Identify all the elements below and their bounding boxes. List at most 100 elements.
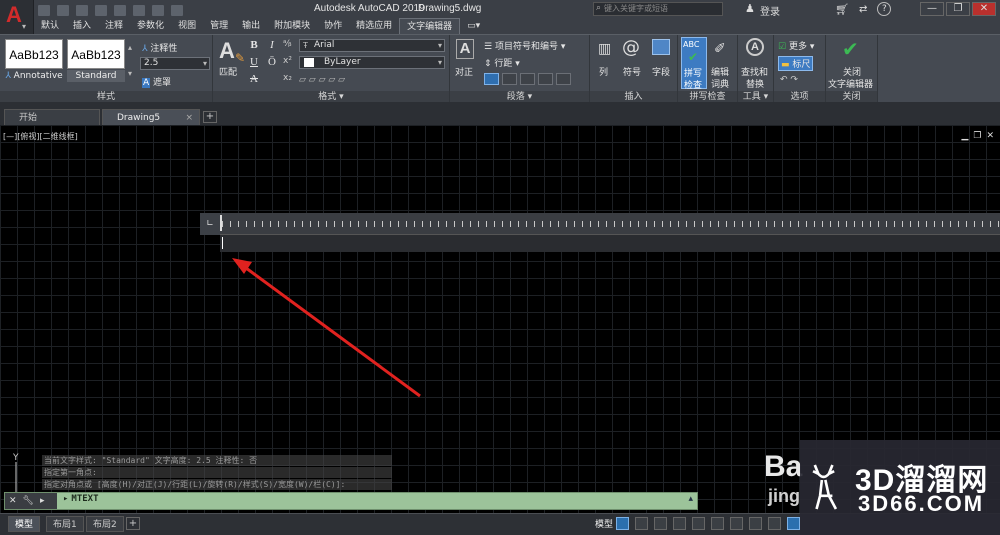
subscript-icon[interactable]: x₂	[283, 73, 292, 83]
redo-icon[interactable]	[152, 4, 164, 16]
align-center-button[interactable]	[502, 73, 517, 85]
ortho-icon[interactable]	[654, 517, 667, 530]
bullets-button[interactable]: ☰ 项目符号和编号 ▾	[484, 39, 565, 52]
scroll-up-icon[interactable]: ▴	[128, 43, 132, 52]
snap-icon[interactable]	[635, 517, 648, 530]
justify-align-button[interactable]	[538, 73, 553, 85]
save-icon[interactable]	[76, 4, 88, 16]
ribbon-tab[interactable]: 输出	[235, 18, 267, 34]
spell-check-toggle[interactable]: ABC ✔ 拼写 检查	[681, 37, 707, 91]
command-dropdown-icon[interactable]: ▴	[688, 494, 693, 504]
viewport-restore-icon[interactable]: ❐	[973, 131, 981, 141]
help-icon[interactable]: ?	[877, 2, 892, 16]
recent-commands-icon[interactable]: ▸	[40, 496, 45, 506]
close-button[interactable]: ✕	[972, 2, 996, 16]
overline-button[interactable]: Ō	[265, 56, 279, 69]
ribbon-tab[interactable]: 精选应用	[349, 18, 399, 34]
polar-icon[interactable]	[673, 517, 686, 530]
undo-redo-icons[interactable]: ↶ ↷	[780, 75, 798, 85]
restore-button[interactable]: ❐	[946, 2, 970, 16]
close-command-icon[interactable]: ✕	[9, 496, 17, 506]
ribbon-tab[interactable]: 视图	[171, 18, 203, 34]
find-replace-button-2[interactable]: 替换	[746, 77, 764, 90]
tab-layout1[interactable]: 布局1	[46, 516, 84, 532]
edit-dictionary-button-2[interactable]: 词典	[711, 77, 729, 90]
annotative-toggle[interactable]: ⅄ 注释性	[142, 41, 177, 54]
viewport-close-icon[interactable]: ✕	[986, 131, 994, 141]
underline-button[interactable]: U	[247, 56, 261, 69]
color-combo[interactable]: ByLayer	[299, 56, 445, 69]
symbol-button[interactable]: 符号	[623, 65, 641, 78]
exchange-icon[interactable]: ⇄	[859, 4, 867, 15]
customize-icon[interactable]: 🔧︎	[23, 496, 34, 506]
align-left-button[interactable]	[484, 73, 499, 85]
lineweight-icon[interactable]	[730, 517, 743, 530]
text-height-combo[interactable]: 2.5	[140, 57, 210, 70]
tab-drawing5[interactable]: Drawing5 ×	[102, 109, 200, 125]
ribbon-tab[interactable]: 默认	[34, 18, 66, 34]
otrack-icon[interactable]	[711, 517, 724, 530]
field-button[interactable]: 字段	[652, 65, 670, 78]
tab-stop-selector[interactable]: ∟	[200, 213, 220, 235]
ribbon-tab[interactable]: 插入	[66, 18, 98, 34]
new-tab-button[interactable]: +	[203, 111, 217, 123]
login-button[interactable]: 登录	[760, 3, 780, 18]
share-icon[interactable]	[171, 4, 183, 16]
scroll-down-icon[interactable]: ▾	[128, 69, 132, 78]
stack-icon[interactable]: ᵃ⁄ᵦ	[283, 39, 292, 49]
style-annotative-preview[interactable]: AaBb123	[5, 39, 63, 69]
command-line[interactable]: ✕ 🔧︎ ▸ MTEXT ▴	[4, 492, 698, 510]
more-button[interactable]: ☑ 更多 ▾	[778, 39, 814, 52]
annotation-scale-icon[interactable]	[787, 517, 800, 530]
ribbon-tab[interactable]: 参数化	[130, 18, 171, 34]
viewport-controls-label[interactable]: [—][俯视][二维线框]	[3, 131, 78, 142]
new-file-icon[interactable]	[38, 4, 50, 16]
undo-icon[interactable]	[133, 4, 145, 16]
plot-icon[interactable]	[114, 4, 126, 16]
mtext-editor[interactable]: ∟	[200, 213, 1000, 252]
tab-model[interactable]: 模型	[8, 516, 41, 532]
justify-button[interactable]: 对正	[455, 65, 473, 78]
mtext-ruler[interactable]	[220, 213, 1000, 235]
close-tab-icon[interactable]: ×	[185, 110, 193, 126]
viewport-minimize-icon[interactable]: ▁	[961, 131, 968, 141]
ribbon-tab[interactable]: 协作	[317, 18, 349, 34]
osnap-icon[interactable]	[692, 517, 705, 530]
close-editor-button-2[interactable]: 文字编辑器	[828, 77, 873, 90]
align-right-button[interactable]	[520, 73, 535, 85]
user-icon: ♟	[745, 2, 755, 15]
ribbon-tab[interactable]: 附加模块	[267, 18, 317, 34]
command-prompt[interactable]: MTEXT	[63, 494, 98, 504]
ribbon-tab[interactable]: 管理	[203, 18, 235, 34]
transparency-icon[interactable]	[749, 517, 762, 530]
match-button[interactable]: 匹配	[219, 65, 237, 78]
italic-button[interactable]: I	[265, 39, 279, 52]
superscript-icon[interactable]: x²	[283, 56, 292, 66]
distribute-button[interactable]	[556, 73, 571, 85]
tab-layout2[interactable]: 布局2	[86, 516, 124, 532]
watermark-url: 3D66.COM	[858, 491, 985, 516]
ribbon-tab[interactable]: 注释	[98, 18, 130, 34]
columns-button[interactable]: 列	[599, 65, 608, 78]
open-file-icon[interactable]	[57, 4, 69, 16]
selection-cycling-icon[interactable]	[768, 517, 781, 530]
application-menu-button[interactable]: A ▾	[0, 0, 34, 34]
mtext-input-area[interactable]	[220, 235, 1000, 252]
model-space-button[interactable]: 模型	[595, 517, 613, 530]
grid-icon[interactable]	[616, 517, 629, 530]
cart-icon[interactable]: 🛒︎	[835, 3, 849, 16]
minimize-button[interactable]: —	[920, 2, 944, 16]
line-spacing-button[interactable]: ⇕ 行距 ▾	[484, 56, 520, 69]
ruler-toggle[interactable]: ▬ 标尺	[778, 56, 814, 71]
mask-button[interactable]: A 遮罩	[142, 75, 171, 88]
bold-button[interactable]: B	[247, 39, 261, 52]
ribbon-tab-overflow-icon[interactable]: ▭▾	[460, 18, 487, 34]
strikethrough-button[interactable]: A	[247, 73, 261, 86]
search-input[interactable]: 键入关键字或短语	[593, 2, 723, 16]
ribbon-tab[interactable]: 文字编辑器	[399, 18, 461, 34]
tab-start[interactable]: 开始	[4, 109, 100, 125]
style-standard-preview[interactable]: AaBb123	[67, 39, 125, 69]
add-layout-button[interactable]: +	[126, 517, 140, 530]
save-as-icon[interactable]	[95, 4, 107, 16]
font-combo[interactable]: Ŧ Arial	[299, 39, 445, 52]
